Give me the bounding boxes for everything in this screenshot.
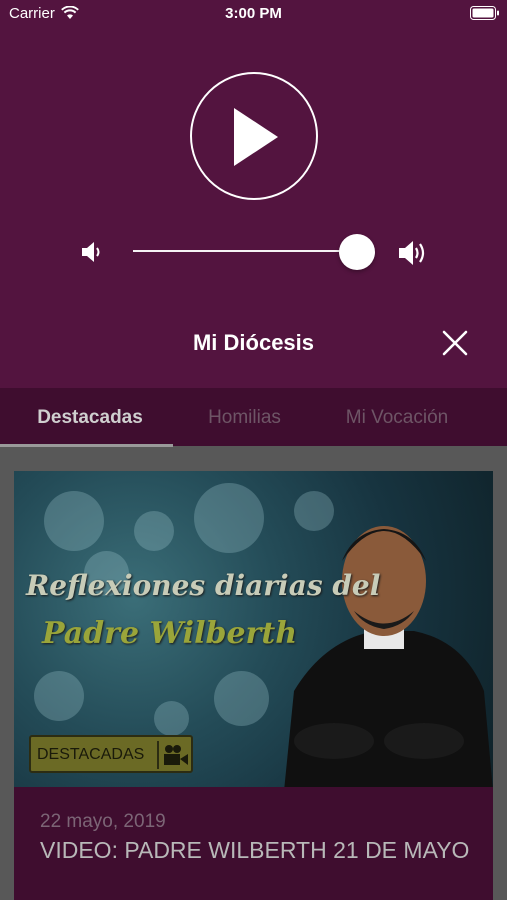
play-button[interactable]: [190, 72, 318, 200]
tab-mi-vocacion[interactable]: Mi Vocación: [317, 388, 477, 446]
close-icon[interactable]: [442, 330, 468, 361]
status-time: 3:00 PM: [225, 5, 282, 22]
tab-bar: Destacadas Homilias Mi Vocación: [0, 388, 507, 446]
post-thumbnail: Reflexiones diarias del Padre Wilberth D…: [14, 471, 493, 787]
station-title: Mi Diócesis: [192, 330, 315, 355]
volume-slider-track[interactable]: [133, 250, 361, 252]
volume-low-icon[interactable]: [82, 240, 104, 269]
volume-slider-thumb[interactable]: [339, 234, 375, 270]
video-camera-icon: [163, 744, 189, 771]
battery-icon: [470, 6, 500, 24]
thumbnail-title-line-2: Padre Wilberth: [42, 616, 297, 651]
active-tab-indicator: [0, 444, 173, 447]
post-date: 22 mayo, 2019: [40, 811, 166, 832]
badge-divider: [157, 741, 159, 769]
priest-photo: [284, 526, 493, 787]
post-card[interactable]: Reflexiones diarias del Padre Wilberth D…: [14, 471, 493, 900]
category-badge: DESTACADAS: [29, 735, 193, 773]
volume-high-icon[interactable]: [399, 238, 429, 273]
thumbnail-title-line-1: Reflexiones diarias del: [26, 569, 381, 602]
badge-label: DESTACADAS: [37, 746, 145, 763]
play-icon: [234, 108, 278, 166]
tab-homilias[interactable]: Homilias: [172, 388, 317, 446]
tab-destacadas[interactable]: Destacadas: [0, 388, 180, 446]
status-bar: Carrier 3:00 PM: [0, 0, 507, 28]
post-title[interactable]: VIDEO: PADRE WILBERTH 21 DE MAYO: [40, 835, 480, 865]
radio-player: Carrier 3:00 PM Mi Diócesis: [0, 0, 507, 388]
